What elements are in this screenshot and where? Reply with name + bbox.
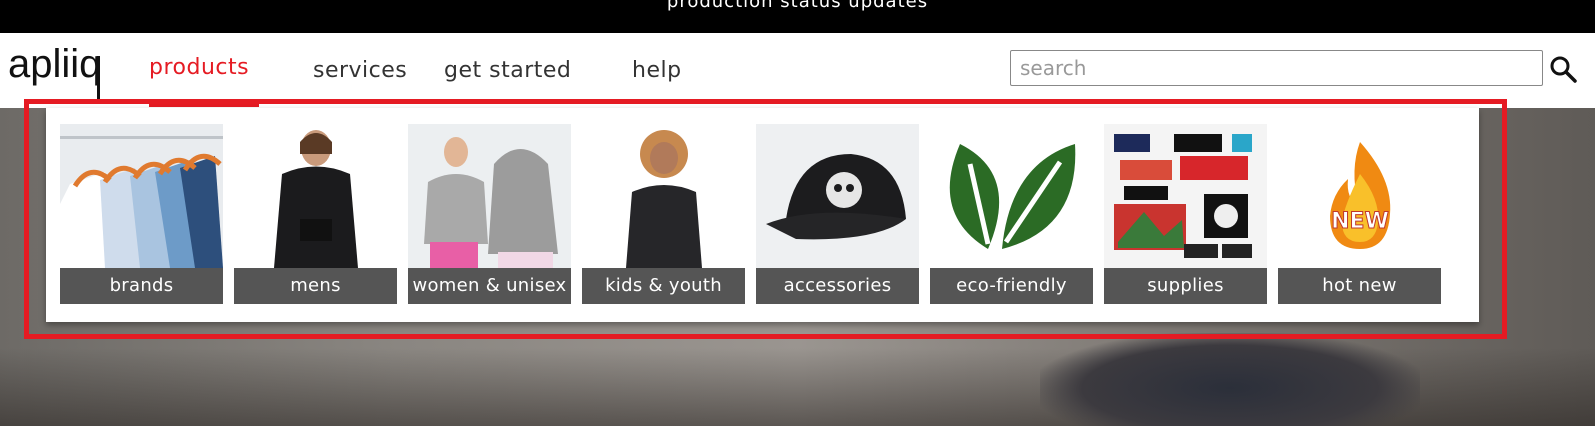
site-header: apliiq products services get started hel… [0,33,1595,108]
logo-text: apliiq [8,42,101,86]
highlight-annotation-box [24,99,1507,339]
nav-services[interactable]: services [313,58,407,83]
apliiq-logo[interactable]: apliiq [8,41,108,101]
announcement-link[interactable]: production status updates [0,0,1595,12]
hero-model-photo [1040,333,1420,426]
nav-get-started[interactable]: get started [444,58,571,83]
nav-products[interactable]: products [149,55,249,80]
search-icon[interactable] [1549,55,1577,83]
announcement-bar: production status updates [0,0,1595,33]
nav-help[interactable]: help [632,58,682,83]
search-input[interactable] [1010,50,1543,86]
